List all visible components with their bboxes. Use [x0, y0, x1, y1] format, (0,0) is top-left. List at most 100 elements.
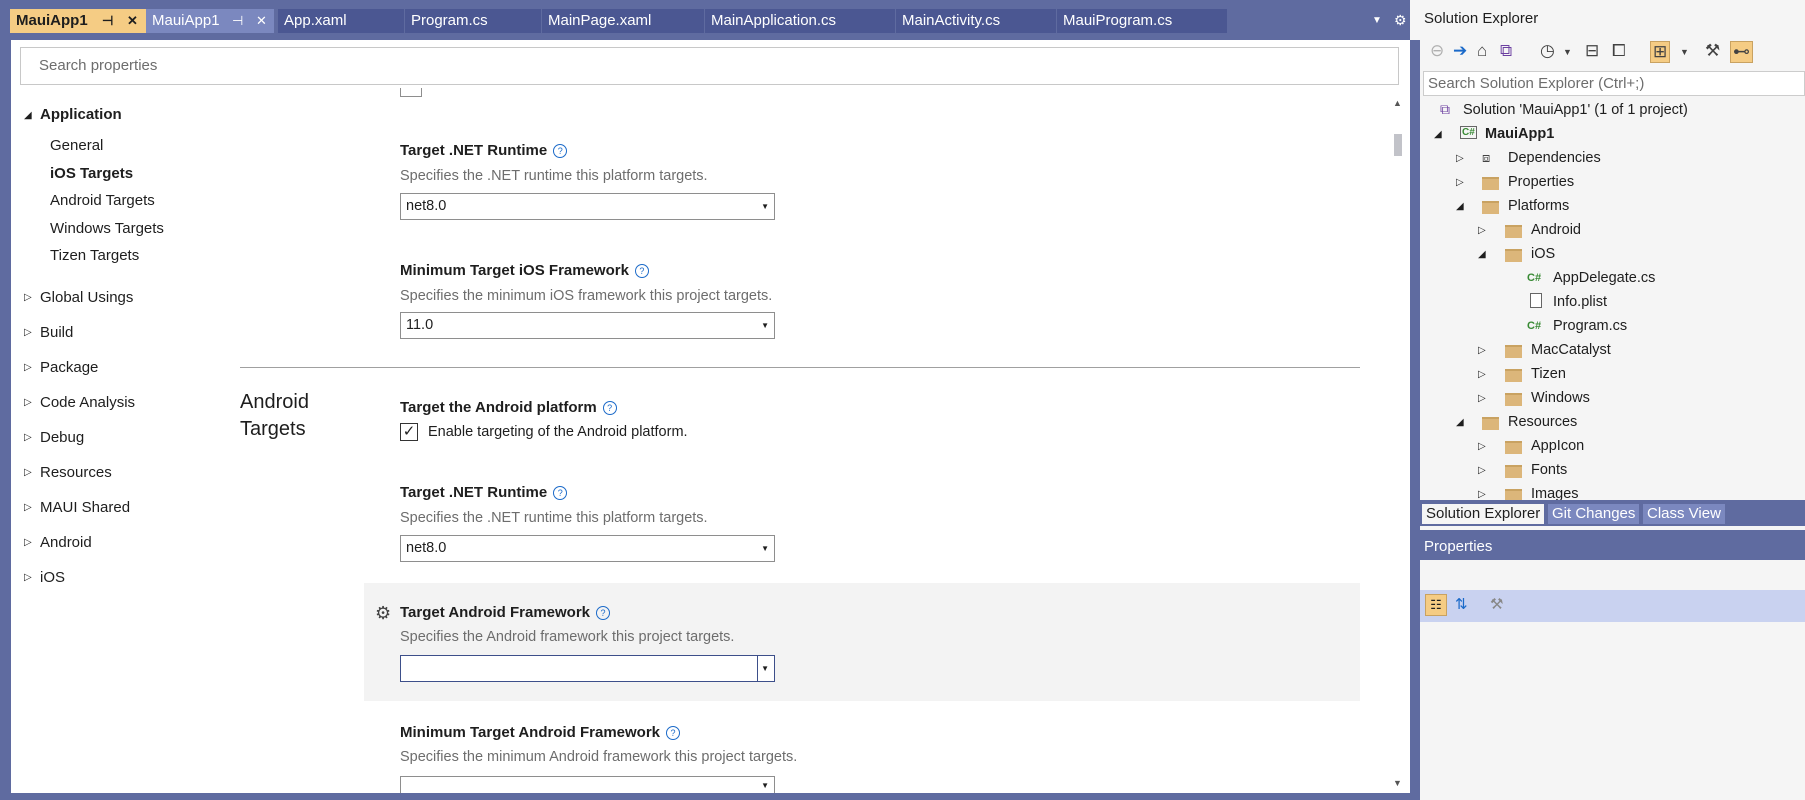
- tree-appdelegate[interactable]: AppDelegate.cs: [1553, 270, 1655, 286]
- expand-arrow-icon[interactable]: ▷: [1478, 225, 1486, 236]
- nav-build[interactable]: Build: [40, 324, 73, 341]
- checkbox-partial[interactable]: [400, 88, 422, 97]
- tree-resources[interactable]: Resources: [1508, 414, 1577, 430]
- close-icon[interactable]: ✕: [127, 9, 138, 33]
- tree-images[interactable]: Images: [1531, 486, 1579, 500]
- tab-mainpage-xaml[interactable]: MainPage.xaml: [542, 9, 704, 33]
- help-icon[interactable]: ?: [553, 486, 568, 500]
- tree-fonts[interactable]: Fonts: [1531, 462, 1567, 478]
- expand-arrow-icon[interactable]: ▷: [1478, 345, 1486, 356]
- collapse-arrow-icon[interactable]: ◢: [1456, 201, 1464, 212]
- expand-arrow-icon[interactable]: ▷: [1478, 489, 1486, 500]
- nav-package[interactable]: Package: [40, 359, 98, 376]
- collapse-arrow-icon[interactable]: ◢: [1434, 129, 1442, 140]
- sync-with-document-icon[interactable]: ⊞: [1650, 41, 1671, 63]
- wrench-icon[interactable]: ⚒: [1705, 41, 1720, 61]
- wrench-icon[interactable]: ⚒: [1490, 595, 1503, 613]
- back-icon[interactable]: ⊖: [1430, 41, 1444, 61]
- nav-android-targets[interactable]: Android Targets: [50, 192, 155, 209]
- android-platform-checkbox[interactable]: ✓: [400, 423, 418, 441]
- home-icon[interactable]: ⌂: [1477, 41, 1487, 61]
- collapse-arrow-icon[interactable]: ◢: [24, 110, 32, 121]
- tree-dependencies[interactable]: Dependencies: [1508, 150, 1601, 166]
- tab-program-cs[interactable]: Program.cs: [405, 9, 541, 33]
- nav-tizen-targets[interactable]: Tizen Targets: [50, 247, 139, 264]
- tab-class-view[interactable]: Class View: [1643, 504, 1725, 524]
- nav-ios[interactable]: iOS: [40, 569, 65, 586]
- collapse-all-icon[interactable]: ⊟: [1585, 41, 1599, 61]
- tab-mauiapp1-preview[interactable]: MauiApp1 ⊣ ✕: [146, 9, 274, 33]
- forward-icon[interactable]: ➔: [1453, 41, 1467, 61]
- tree-android[interactable]: Android: [1531, 222, 1581, 238]
- nav-windows-targets[interactable]: Windows Targets: [50, 220, 164, 237]
- properties-object-selector[interactable]: [1420, 560, 1805, 590]
- tree-platforms[interactable]: Platforms: [1508, 198, 1569, 214]
- tab-git-changes[interactable]: Git Changes: [1548, 504, 1640, 524]
- scroll-thumb[interactable]: [1394, 134, 1402, 156]
- expand-arrow-icon[interactable]: ▷: [24, 502, 32, 513]
- solution-explorer-search-input[interactable]: Search Solution Explorer (Ctrl+;): [1423, 71, 1805, 96]
- tab-app-xaml[interactable]: App.xaml: [278, 9, 404, 33]
- expand-arrow-icon[interactable]: ▷: [24, 397, 32, 408]
- tab-list-dropdown-icon[interactable]: ▼: [1372, 15, 1382, 26]
- tree-appicon[interactable]: AppIcon: [1531, 438, 1584, 454]
- pin-icon[interactable]: ⊣: [232, 9, 243, 33]
- nav-code-analysis[interactable]: Code Analysis: [40, 394, 135, 411]
- collapse-arrow-icon[interactable]: ◢: [1478, 249, 1486, 260]
- tree-solution[interactable]: Solution 'MauiApp1' (1 of 1 project): [1463, 102, 1688, 118]
- nav-android[interactable]: Android: [40, 534, 92, 551]
- nav-debug[interactable]: Debug: [40, 429, 84, 446]
- chevron-down-icon[interactable]: ▼: [1563, 47, 1572, 57]
- expand-arrow-icon[interactable]: ▷: [1478, 441, 1486, 452]
- ios-runtime-dropdown[interactable]: net8.0 ▼: [400, 193, 775, 220]
- gear-icon[interactable]: ⚙: [1394, 12, 1407, 29]
- pending-changes-icon[interactable]: ◷: [1540, 41, 1555, 61]
- alphabetical-icon[interactable]: ⇅: [1455, 595, 1468, 613]
- switch-views-icon[interactable]: ⧉: [1500, 41, 1512, 61]
- android-platform-checkbox-label[interactable]: Enable targeting of the Android platform…: [428, 424, 688, 440]
- expand-arrow-icon[interactable]: ▷: [24, 292, 32, 303]
- expand-arrow-icon[interactable]: ▷: [24, 572, 32, 583]
- expand-arrow-icon[interactable]: ▷: [1478, 369, 1486, 380]
- expand-arrow-icon[interactable]: ▷: [24, 362, 32, 373]
- nav-application[interactable]: Application: [40, 106, 122, 123]
- gear-icon[interactable]: ⚙: [375, 603, 391, 624]
- android-framework-dropdown[interactable]: ▼: [400, 655, 775, 682]
- expand-arrow-icon[interactable]: ▷: [1478, 393, 1486, 404]
- tree-properties[interactable]: Properties: [1508, 174, 1574, 190]
- android-runtime-dropdown[interactable]: net8.0 ▼: [400, 535, 775, 562]
- expand-arrow-icon[interactable]: ▷: [24, 467, 32, 478]
- expand-arrow-icon[interactable]: ▷: [1456, 177, 1464, 188]
- expand-arrow-icon[interactable]: ▷: [1478, 465, 1486, 476]
- help-icon[interactable]: ?: [666, 726, 681, 740]
- scroll-down-icon[interactable]: ▼: [1393, 778, 1402, 788]
- tab-mauiprogram-cs[interactable]: MauiProgram.cs: [1057, 9, 1227, 33]
- tree-tizen[interactable]: Tizen: [1531, 366, 1566, 382]
- scroll-up-icon[interactable]: ▲: [1393, 98, 1402, 108]
- tab-mainapplication-cs[interactable]: MainApplication.cs: [705, 9, 895, 33]
- pin-icon[interactable]: ⊣: [102, 9, 113, 33]
- search-properties-input[interactable]: Search properties: [20, 47, 1399, 85]
- nav-global-usings[interactable]: Global Usings: [40, 289, 133, 306]
- tree-info-plist[interactable]: Info.plist: [1553, 294, 1607, 310]
- nav-general[interactable]: General: [50, 137, 103, 154]
- tree-ios[interactable]: iOS: [1531, 246, 1555, 262]
- nav-maui-shared[interactable]: MAUI Shared: [40, 499, 130, 516]
- expand-arrow-icon[interactable]: ▷: [24, 327, 32, 338]
- tab-solution-explorer[interactable]: Solution Explorer: [1422, 504, 1545, 524]
- expand-arrow-icon[interactable]: ▷: [1456, 153, 1464, 164]
- help-icon[interactable]: ?: [596, 606, 611, 620]
- ios-minfw-dropdown[interactable]: 11.0 ▼: [400, 312, 775, 339]
- nav-resources[interactable]: Resources: [40, 464, 112, 481]
- chevron-down-icon[interactable]: ▼: [1680, 47, 1689, 57]
- help-icon[interactable]: ?: [553, 144, 568, 158]
- expand-arrow-icon[interactable]: ▷: [24, 537, 32, 548]
- android-minfw-dropdown[interactable]: ▼: [400, 776, 775, 793]
- close-icon[interactable]: ✕: [256, 9, 267, 33]
- preview-selected-icon[interactable]: ⊷: [1730, 41, 1753, 63]
- help-icon[interactable]: ?: [634, 264, 649, 278]
- expand-arrow-icon[interactable]: ▷: [24, 432, 32, 443]
- tree-windows[interactable]: Windows: [1531, 390, 1590, 406]
- show-all-files-icon[interactable]: ⧠: [1612, 41, 1626, 61]
- tab-mainactivity-cs[interactable]: MainActivity.cs: [896, 9, 1056, 33]
